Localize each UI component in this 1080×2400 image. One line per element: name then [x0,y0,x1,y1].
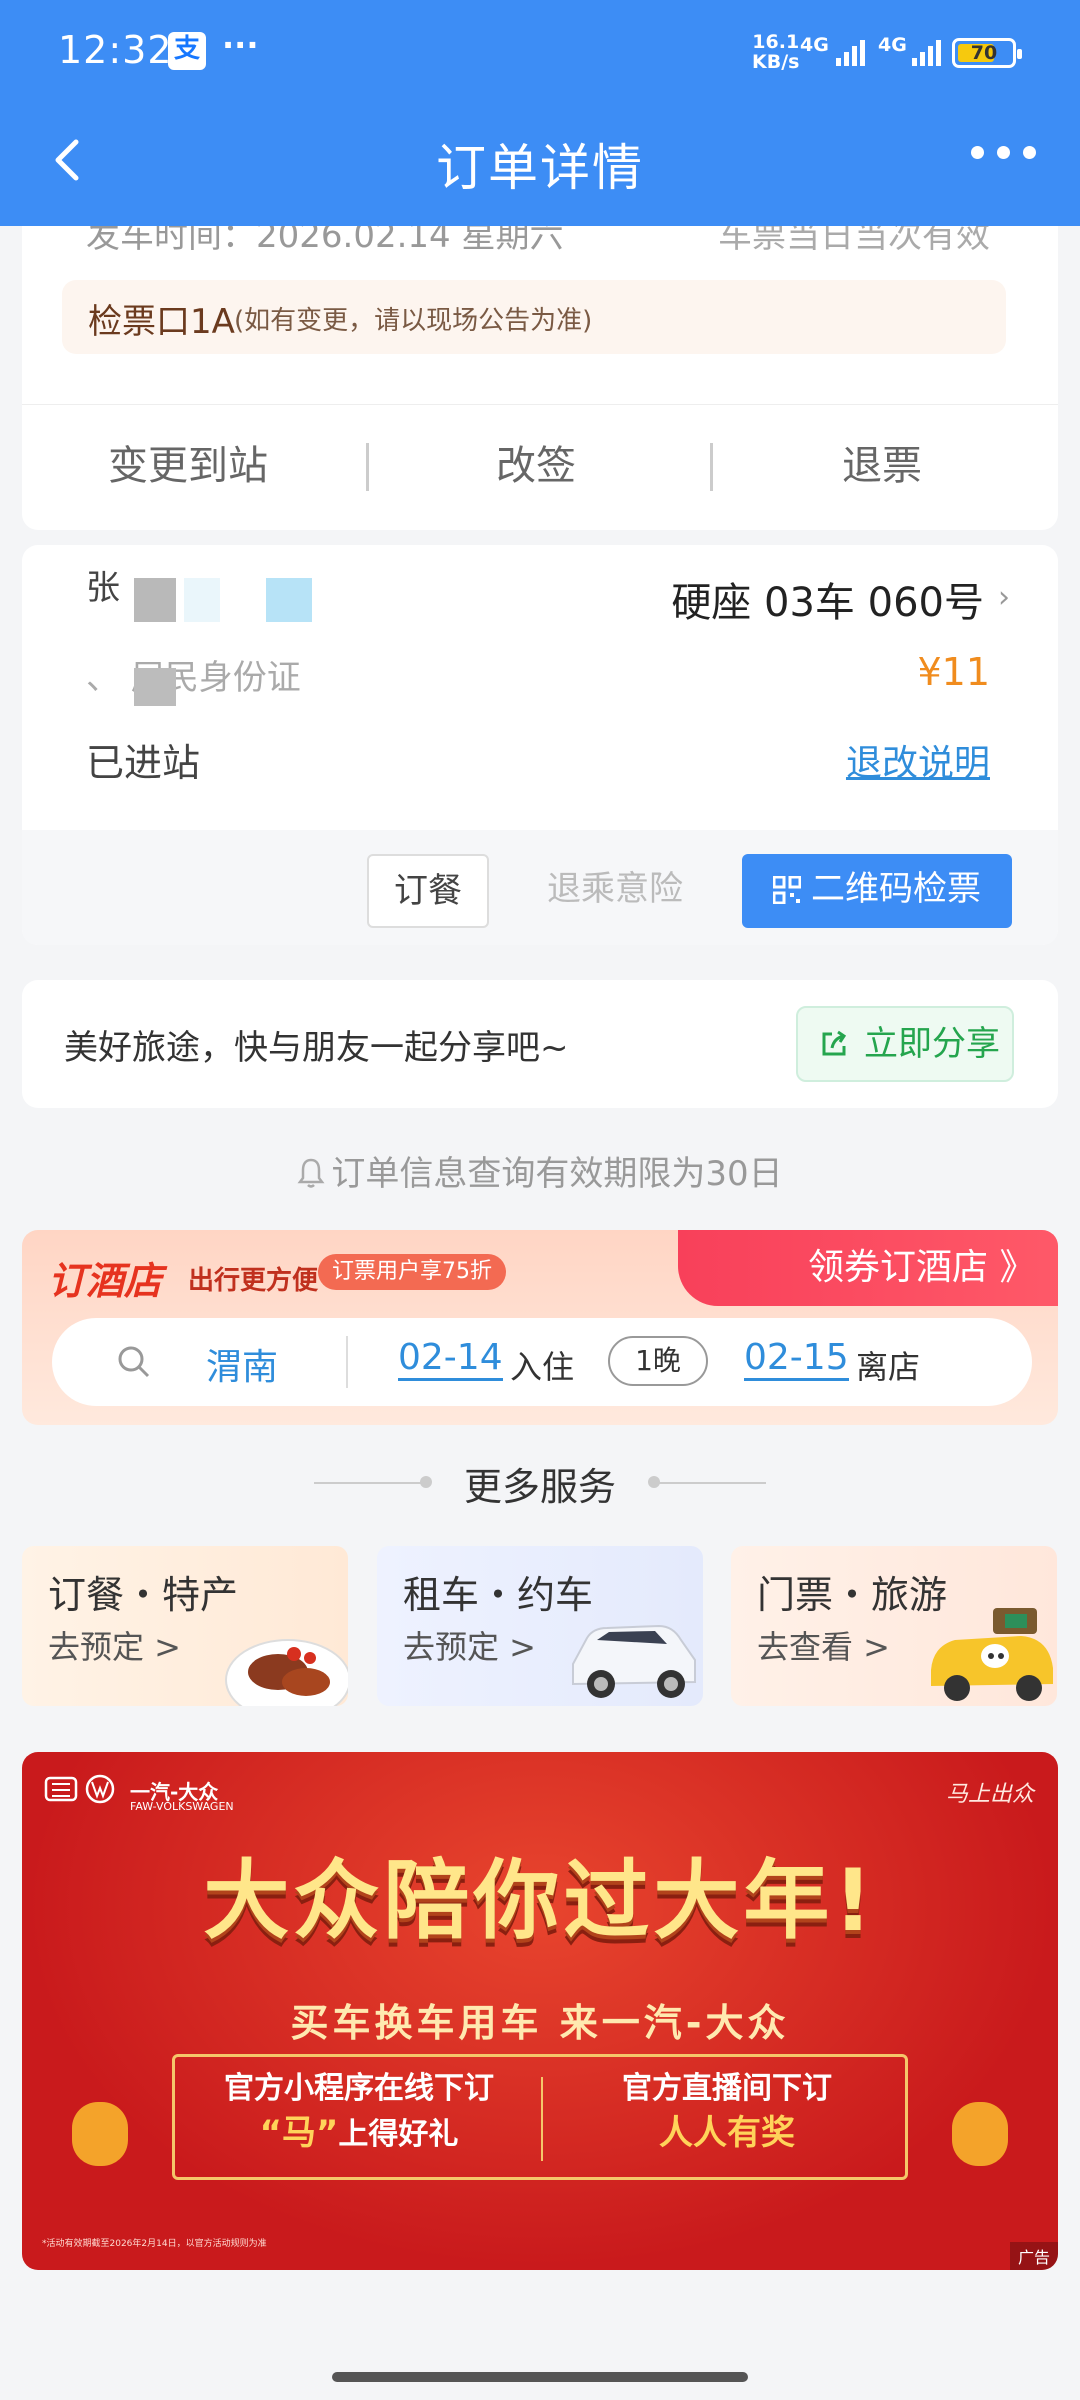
order-meal-button[interactable]: 订餐 [367,854,489,928]
net-speed: 16.1 KB/s [752,31,800,73]
status-time: 12:32 [58,28,173,72]
divider [710,443,713,491]
food-plate-icon [225,1639,348,1706]
ad-corner-logo: 马上出众 [945,1782,1034,1807]
ad-offer-box: 官方小程序在线下订 “马”上得好礼 官方直播间下订 人人有奖 [172,2054,908,2180]
refund-rules-link[interactable]: 退改说明 [846,734,990,786]
checkout-date[interactable]: 02-15 [744,1338,849,1381]
refund-button[interactable]: 退票 [842,433,922,491]
share-prompt: 美好旅途，快与朋友一起分享吧~ [64,1028,569,1068]
brand-logo-icon [44,1774,115,1804]
id-type: 、 居民身份证 [86,658,301,698]
reschedule-button[interactable]: 改签 [496,433,576,491]
ad-fine-print: *活动有效期截至2026年2月14日，以官方活动规则为准 [42,2239,267,2249]
passenger-name: 张 [86,568,120,608]
insurance-button[interactable]: 退乘意险 [517,854,713,928]
redacted-block [184,578,220,622]
hotel-banner[interactable]: 订酒店 出行更方便 订票用户享75折 领券订酒店 》 渭南 02-14 入住 1… [22,1230,1058,1425]
status-more-icon: ··· [222,26,259,64]
service-car-rental[interactable]: 租车・约车 去预定 > [377,1546,703,1706]
search-icon [118,1346,150,1378]
lantern-icon [952,2102,1008,2166]
nights-count: 1晚 [608,1336,708,1386]
decor-line [656,1482,766,1484]
network-type-1: 4G [800,34,829,56]
seat-info[interactable]: 硬座 03车 060号 [671,570,984,628]
signal-bars-2-icon [912,38,941,66]
redacted-block [266,578,312,622]
app-bar: 订单详情 [0,110,1080,216]
qr-checkin-button[interactable]: 二维码检票 [742,854,1012,928]
more-services-title: 更多服务 [463,1465,616,1509]
ticket-gate: 检票口1A [88,302,235,342]
redacted-block [134,578,176,622]
hotel-title: 订酒店 [48,1259,163,1303]
ad-brand-en: FAW-VOLKSWAGEN [130,1800,234,1813]
share-icon [822,1030,847,1056]
hotel-city[interactable]: 渭南 [206,1338,278,1390]
page-title: 订单详情 [436,139,644,197]
redacted-block [134,668,176,706]
more-options-icon[interactable] [971,146,1036,159]
ticket-gate-banner: 检票口1A (如有变更，请以现场公告为准) [62,280,1006,354]
ad-label: 广告 [1009,2242,1058,2270]
change-station-button[interactable]: 变更到站 [108,433,268,491]
service-tickets-travel[interactable]: 门票・旅游 去查看 > [731,1546,1057,1706]
top-bar: 12:32 支 ··· 16.1 KB/s 4G 4G 70 订单详情 [0,0,1080,226]
qr-code-icon [773,876,801,904]
ticket-gate-note: (如有变更，请以现场公告为准) [234,306,593,336]
ad-slogan: 买车换车用车 来一汽-大众 [290,2001,790,2045]
car-icon [572,1624,696,1698]
signal-bars-1-icon [836,38,865,66]
divider [346,1336,348,1388]
service-meal-specialty[interactable]: 订餐・特产 去预定 > [22,1546,348,1706]
advertisement-banner[interactable]: 一汽-大众 FAW-VOLKSWAGEN 马上出众 大众陪你过大年! 买车换车用… [22,1752,1058,2270]
hotel-subtitle: 出行更方便 [188,1266,319,1296]
lantern-icon [72,2102,128,2166]
checkin-date[interactable]: 02-14 [398,1338,503,1381]
share-button[interactable]: 立即分享 [796,1006,1014,1082]
hotel-search-bar[interactable]: 渭南 02-14 入住 1晚 02-15 离店 [52,1318,1032,1406]
ticket-actions: 变更到站 改签 退票 [22,404,1058,530]
travel-car-icon [931,1608,1053,1701]
chevron-right-icon: › [998,580,1010,615]
status-bar: 12:32 支 ··· 16.1 KB/s 4G 4G 70 [0,0,1080,100]
alipay-notification-icon: 支 [168,32,206,70]
ticket-price: ¥11 [917,650,990,694]
network-type-2: 4G [878,34,907,56]
order-validity-notice: 订单信息查询有效期限为30日 [0,1146,1080,1195]
battery-icon: 70 [952,38,1022,68]
ad-headline: 大众陪你过大年! [203,1851,877,1951]
checkin-label: 入住 [510,1348,575,1386]
bell-icon [297,1158,325,1188]
divider [366,443,369,491]
checkout-label: 离店 [856,1348,921,1386]
ticket-status: 已进站 [86,741,201,785]
home-indicator[interactable] [332,2372,748,2382]
hotel-coupon-button[interactable]: 领券订酒店 》 [678,1230,1058,1306]
hotel-discount-tag: 订票用户享75折 [318,1254,506,1290]
